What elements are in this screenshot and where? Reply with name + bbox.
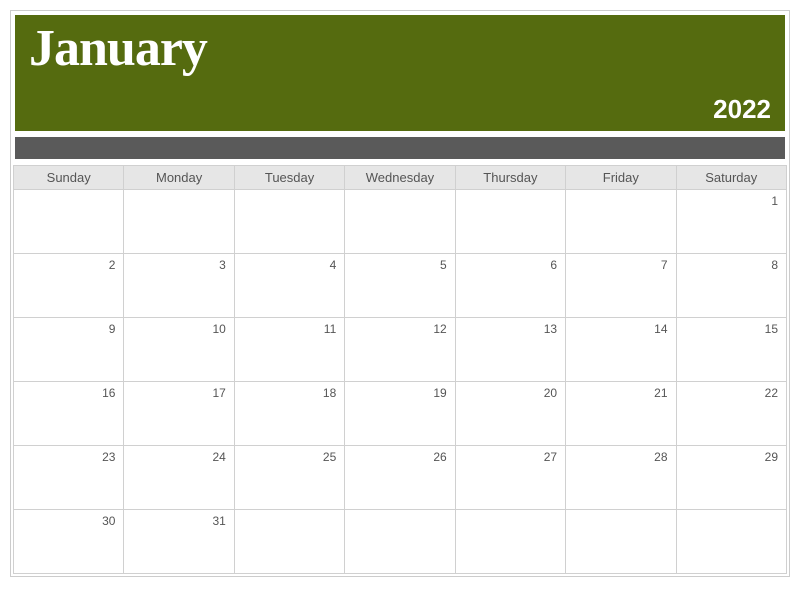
calendar-week: 16 17 18 19 20 21 22	[14, 382, 787, 446]
day-cell: 10	[124, 318, 234, 382]
day-cell: 14	[566, 318, 676, 382]
weekday-header: Thursday	[455, 166, 565, 190]
day-cell: 7	[566, 254, 676, 318]
day-cell: 3	[124, 254, 234, 318]
day-cell: 22	[676, 382, 786, 446]
day-cell: 9	[14, 318, 124, 382]
calendar-week: 23 24 25 26 27 28 29	[14, 446, 787, 510]
day-cell: 13	[455, 318, 565, 382]
day-cell: 8	[676, 254, 786, 318]
day-cell: 18	[234, 382, 344, 446]
calendar-week: 1	[14, 190, 787, 254]
day-cell: 15	[676, 318, 786, 382]
weekday-header: Monday	[124, 166, 234, 190]
weekday-row: Sunday Monday Tuesday Wednesday Thursday…	[14, 166, 787, 190]
weekday-header: Saturday	[676, 166, 786, 190]
day-cell	[345, 190, 455, 254]
day-cell	[455, 510, 565, 574]
day-cell: 5	[345, 254, 455, 318]
day-cell: 1	[676, 190, 786, 254]
day-cell	[124, 190, 234, 254]
day-cell	[14, 190, 124, 254]
day-cell: 29	[676, 446, 786, 510]
day-cell: 19	[345, 382, 455, 446]
day-cell	[566, 510, 676, 574]
day-cell: 2	[14, 254, 124, 318]
day-cell: 20	[455, 382, 565, 446]
day-cell	[455, 190, 565, 254]
sub-header-bar	[13, 135, 787, 161]
weekday-header: Wednesday	[345, 166, 455, 190]
day-cell: 6	[455, 254, 565, 318]
day-cell: 4	[234, 254, 344, 318]
month-title: January	[29, 23, 771, 75]
calendar-week: 30 31	[14, 510, 787, 574]
day-cell: 25	[234, 446, 344, 510]
day-cell: 17	[124, 382, 234, 446]
calendar-week: 2 3 4 5 6 7 8	[14, 254, 787, 318]
day-cell	[234, 190, 344, 254]
calendar-week: 9 10 11 12 13 14 15	[14, 318, 787, 382]
day-cell: 31	[124, 510, 234, 574]
year-label: 2022	[713, 94, 771, 125]
day-cell: 26	[345, 446, 455, 510]
day-cell	[676, 510, 786, 574]
day-cell: 12	[345, 318, 455, 382]
day-cell: 28	[566, 446, 676, 510]
day-cell: 16	[14, 382, 124, 446]
day-cell: 11	[234, 318, 344, 382]
day-cell	[566, 190, 676, 254]
calendar-header: January 2022	[13, 13, 787, 133]
day-cell: 30	[14, 510, 124, 574]
day-cell: 23	[14, 446, 124, 510]
weekday-header: Friday	[566, 166, 676, 190]
day-cell: 21	[566, 382, 676, 446]
weekday-header: Sunday	[14, 166, 124, 190]
calendar-container: January 2022 Sunday Monday Tuesday Wedne…	[10, 10, 790, 577]
weekday-header: Tuesday	[234, 166, 344, 190]
day-cell	[234, 510, 344, 574]
calendar-grid: Sunday Monday Tuesday Wednesday Thursday…	[13, 165, 787, 574]
day-cell: 24	[124, 446, 234, 510]
day-cell	[345, 510, 455, 574]
day-cell: 27	[455, 446, 565, 510]
